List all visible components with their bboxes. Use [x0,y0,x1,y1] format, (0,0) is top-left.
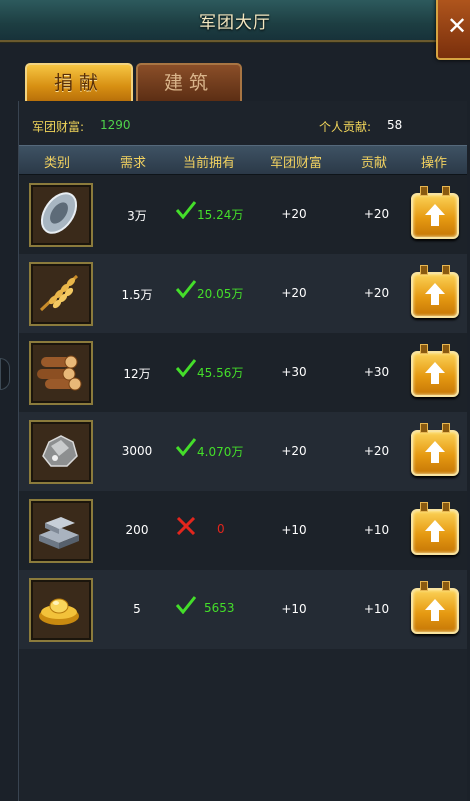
tab-donate[interactable]: 捐献 [25,63,133,103]
check-icon [176,280,196,298]
donate-button[interactable] [411,186,459,239]
arrow-up-icon [425,283,445,305]
wealth-value: +10 [281,602,307,616]
donate-button[interactable] [411,502,459,555]
col-owned: 当前拥有 [182,156,235,171]
title-bar: 军团大厅 [0,0,470,42]
check-icon [176,359,196,377]
col-contribution: 贡献 [360,156,387,171]
owned-value: 45.56万 [197,366,244,380]
col-category: 类别 [43,156,70,171]
donation-panel: 军团财富: 1290 个人贡献: 58 类别 需求 当前拥有 军团财富 贡献 操… [18,101,467,801]
wealth-value: +10 [281,523,307,537]
required-value: 200 [125,523,149,537]
window-title: 军团大厅 [199,13,271,33]
required-value: 1.5万 [121,288,153,302]
table-row: 1.5万 20.05万 +20 +20 [19,254,467,333]
wood-logs-icon [29,341,93,405]
arrow-up-icon [425,441,445,463]
tab-buildings[interactable]: 建筑 [136,63,242,103]
arrow-up-icon [425,362,445,384]
check-icon [176,201,196,219]
check-icon [176,438,196,456]
cross-icon [176,517,196,535]
close-button[interactable]: ✕ [436,0,470,60]
owned-value: 20.05万 [197,287,244,301]
required-value: 12万 [123,367,151,381]
stats-bar: 军团财富: 1290 个人贡献: 58 [19,101,467,145]
iron-ingot-icon [29,499,93,563]
table-row: 200 0 +10 +10 [19,491,467,570]
required-value: 3万 [127,209,147,223]
contribution-value: +20 [363,444,390,458]
donate-button[interactable] [411,265,459,318]
donate-button[interactable] [411,423,459,476]
legion-wealth-label: 军团财富: [32,120,85,134]
contribution-value: +20 [363,286,390,300]
personal-contribution-value: 58 [387,118,403,132]
table-row: 3万 15.24万 +20 +20 [19,175,467,254]
arrow-up-icon [425,520,445,542]
tab-donate-label: 捐献 [53,72,104,94]
table-row: 12万 45.56万 +30 +30 [19,333,467,412]
owned-value: 0 [217,522,225,536]
contribution-value: +30 [363,365,390,379]
wheat-icon [29,262,93,326]
wealth-value: +30 [281,365,307,379]
arrow-up-icon [425,599,445,621]
gold-ingot-icon [29,578,93,642]
check-icon [176,596,196,614]
col-legion-wealth: 军团财富 [269,156,322,171]
required-value: 5 [133,602,141,616]
ore-icon [29,420,93,484]
owned-value: 15.24万 [197,208,244,222]
required-value: 3000 [121,444,153,458]
table-row: 3000 4.070万 +20 +20 [19,412,467,491]
close-icon: ✕ [447,12,468,40]
table-row: 5 5653 +10 +10 [19,570,467,649]
owned-value: 5653 [204,601,235,615]
donate-button[interactable] [411,581,459,634]
wealth-value: +20 [281,207,307,221]
col-action: 操作 [420,156,447,171]
personal-contribution-label: 个人贡献: [319,120,372,134]
contribution-value: +10 [363,523,390,537]
side-handle[interactable] [0,358,10,390]
owned-value: 4.070万 [197,445,244,459]
contribution-value: +20 [363,207,390,221]
table-header: 类别 需求 当前拥有 军团财富 贡献 操作 [19,145,467,175]
wealth-value: +20 [281,444,307,458]
arrow-up-icon [425,204,445,226]
legion-wealth-value: 1290 [100,118,131,132]
coin-icon [29,183,93,247]
col-required: 需求 [119,156,146,171]
wealth-value: +20 [281,286,307,300]
donate-button[interactable] [411,344,459,397]
tab-buildings-label: 建筑 [163,72,214,94]
contribution-value: +10 [363,602,390,616]
